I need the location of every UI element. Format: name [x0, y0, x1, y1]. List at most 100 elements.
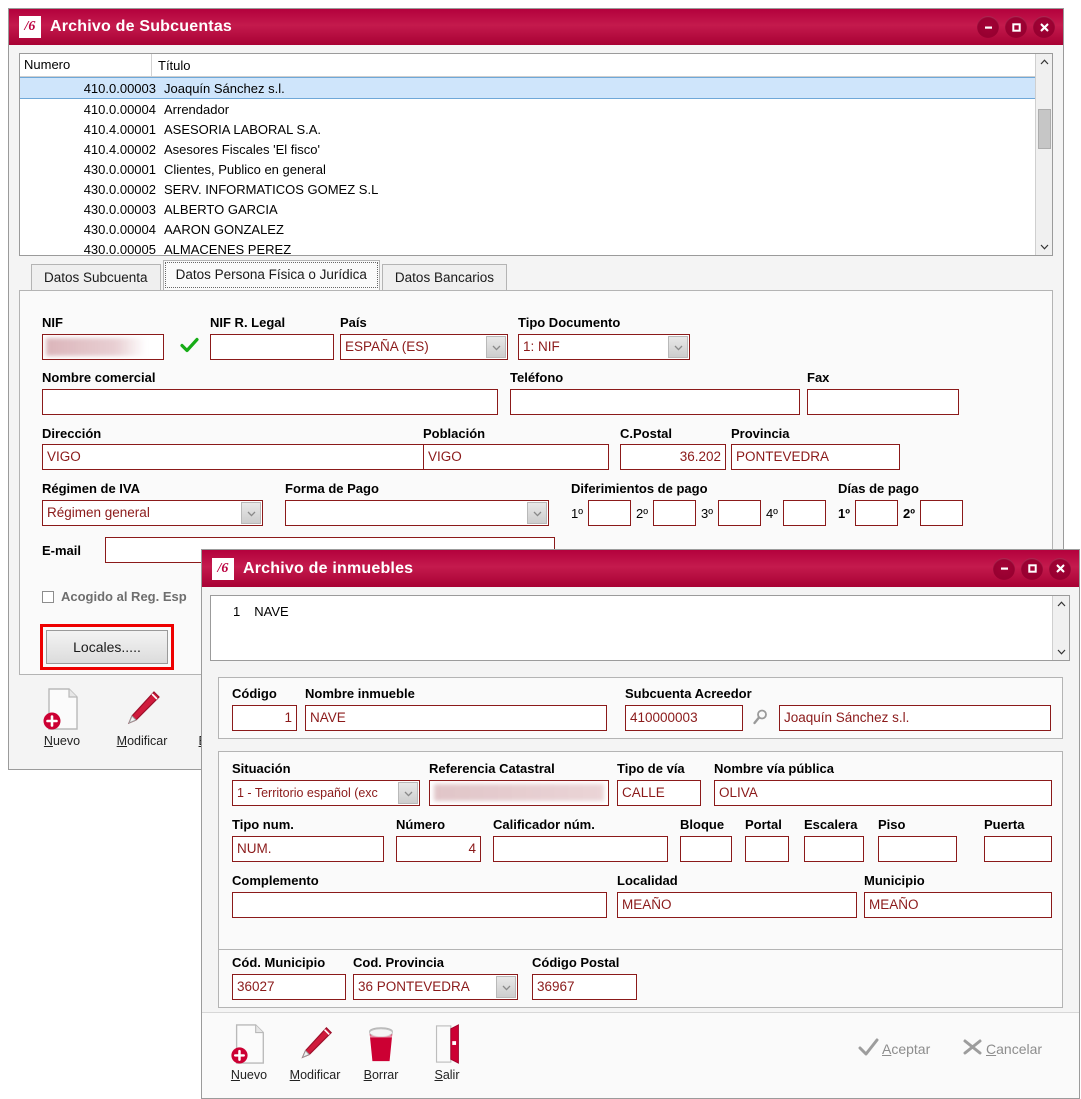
locales-button[interactable]: Locales..... — [46, 630, 168, 664]
new-document-icon — [216, 1019, 282, 1065]
cancelar-button[interactable]: Cancelar — [962, 1037, 1042, 1061]
table-row[interactable]: 410.0.00004 Arrendador — [20, 99, 1052, 119]
close-icon[interactable] — [1049, 557, 1071, 580]
subcuenta-acreedor-input[interactable]: 410000003 — [625, 705, 743, 731]
dialog-button-borrar[interactable]: Borrar — [348, 1019, 414, 1082]
scrollbar-thumb[interactable] — [1038, 109, 1051, 149]
dialog-button-salir[interactable]: Salir — [414, 1019, 480, 1082]
diferimiento-input-2[interactable] — [652, 500, 696, 526]
row-numero: 430.0.00005 — [83, 241, 156, 256]
magnifier-lookup-icon[interactable] — [752, 709, 768, 729]
codigo-postal-input[interactable]: 36967 — [532, 974, 637, 1000]
escalera-input[interactable] — [804, 836, 864, 862]
bloque-input[interactable] — [680, 836, 732, 862]
dia-pago-input-1[interactable] — [854, 500, 898, 526]
diferimiento-input-3[interactable] — [717, 500, 761, 526]
close-icon[interactable] — [1033, 16, 1055, 38]
codigo-label: Código — [232, 686, 277, 701]
inmuebles-vertical-scrollbar[interactable] — [1052, 596, 1069, 660]
fax-input[interactable] — [807, 389, 959, 415]
table-row[interactable]: 430.0.00005 ALMACENES PEREZ — [20, 239, 1052, 256]
municipio-input[interactable]: MEAÑO — [864, 892, 1052, 918]
table-row[interactable]: 430.0.00003 ALBERTO GARCIA — [20, 199, 1052, 219]
chevron-down-icon[interactable] — [241, 502, 261, 524]
chevron-down-icon[interactable] — [527, 502, 547, 524]
nombre-inmueble-input[interactable]: NAVE — [305, 705, 607, 731]
tipo-num-input[interactable]: NUM. — [232, 836, 384, 862]
diferimiento-input-1[interactable] — [587, 500, 631, 526]
toolbar-button-nuevo[interactable]: Nuevo — [29, 685, 95, 748]
cod-provincia-select[interactable]: 36 PONTEVEDRA — [353, 974, 518, 1000]
subcuentas-list[interactable]: Numero Título 410.0.00003 Joaquín Sánchez… — [19, 53, 1053, 256]
regimen-iva-select[interactable]: Régimen general — [42, 500, 263, 526]
piso-input[interactable] — [878, 836, 957, 862]
telefono-input[interactable] — [510, 389, 800, 415]
localidad-input[interactable]: MEAÑO — [617, 892, 857, 918]
nombre-comercial-input[interactable] — [42, 389, 498, 415]
bloque-label: Bloque — [680, 817, 725, 832]
table-row[interactable]: 410.0.00003 Joaquín Sánchez s.l. — [20, 77, 1052, 99]
tipo-via-input[interactable]: CALLE — [617, 780, 701, 806]
tipo-num-label: Tipo num. — [232, 817, 294, 832]
toolbar-button-modificar[interactable]: Modificar — [109, 685, 175, 748]
table-row[interactable]: 410.4.00002 Asesores Fiscales 'El fisco' — [20, 139, 1052, 159]
list-header: Numero Título — [20, 54, 1052, 77]
table-row[interactable]: 410.4.00001 ASESORIA LABORAL S.A. — [20, 119, 1052, 139]
diferimiento-input-4[interactable] — [782, 500, 826, 526]
tipo-documento-value: 1: NIF — [523, 339, 560, 354]
tab-datos-subcuenta[interactable]: Datos Subcuenta — [31, 264, 161, 290]
chevron-down-icon[interactable] — [398, 782, 418, 804]
scroll-down-arrow-icon[interactable] — [1036, 238, 1053, 255]
forma-pago-select[interactable] — [285, 500, 549, 526]
puerta-input[interactable] — [984, 836, 1052, 862]
dialog-button-modificar[interactable]: Modificar — [282, 1019, 348, 1082]
acogido-reg-esp-checkbox[interactable]: Acogido al Reg. Esp — [42, 589, 187, 604]
numero-input[interactable]: 4 — [396, 836, 481, 862]
dia-pago-input-2[interactable] — [919, 500, 963, 526]
nif-rlegal-input[interactable] — [210, 334, 334, 360]
subcuenta-nombre-display[interactable]: Joaquín Sánchez s.l. — [779, 705, 1051, 731]
diferimiento-ordinal-3: 3º — [700, 505, 713, 521]
tab-datos-bancarios[interactable]: Datos Bancarios — [381, 264, 507, 290]
provincia-input[interactable]: PONTEVEDRA — [731, 444, 900, 470]
codigo-input[interactable]: 1 — [232, 705, 297, 731]
checkbox-box-icon[interactable] — [42, 590, 54, 603]
tab-datos-persona[interactable]: Datos Persona Física o Jurídica — [162, 260, 380, 290]
chevron-down-icon[interactable] — [496, 976, 516, 998]
nombre-via-input[interactable]: OLIVA — [714, 780, 1052, 806]
app-logo-icon: /6 — [19, 16, 41, 38]
cod-municipio-input[interactable]: 36027 — [232, 974, 346, 1000]
cod-provincia-value: 36 PONTEVEDRA — [358, 979, 470, 994]
inmuebles-list-body: 1 NAVE — [211, 596, 1069, 621]
inmuebles-titlebar: /6 Archivo de inmuebles — [202, 550, 1079, 587]
maximize-icon[interactable] — [1021, 557, 1043, 580]
scroll-up-arrow-icon[interactable] — [1036, 54, 1053, 71]
poblacion-input[interactable]: VIGO — [423, 444, 609, 470]
chevron-down-icon[interactable] — [668, 336, 688, 358]
inmueble-codes-panel: Cód. Municipio 36027 Cod. Provincia 36 P… — [218, 950, 1063, 1008]
portal-input[interactable] — [745, 836, 789, 862]
table-row[interactable]: 430.0.00004 AARON GONZALEZ — [20, 219, 1052, 239]
minimize-icon[interactable] — [993, 557, 1015, 580]
scroll-down-arrow-icon[interactable] — [1053, 643, 1070, 660]
aceptar-button[interactable]: Aceptar — [858, 1037, 930, 1061]
inmuebles-list[interactable]: 1 NAVE — [210, 595, 1070, 661]
window-title: Archivo de Subcuentas — [50, 18, 233, 35]
list-vertical-scrollbar[interactable] — [1035, 54, 1052, 255]
chevron-down-icon[interactable] — [486, 336, 506, 358]
tipo-documento-select[interactable]: 1: NIF — [518, 334, 690, 360]
list-item[interactable]: 1 NAVE — [211, 601, 1069, 621]
complemento-input[interactable] — [232, 892, 607, 918]
cpostal-input[interactable]: 36.202 — [620, 444, 726, 470]
pais-select[interactable]: ESPAÑA (ES) — [340, 334, 508, 360]
minimize-icon[interactable] — [977, 16, 999, 38]
dialog-button-nuevo[interactable]: Nuevo — [216, 1019, 282, 1082]
table-row[interactable]: 430.0.00001 Clientes, Publico en general — [20, 159, 1052, 179]
nif-redacted-overlay — [46, 338, 146, 356]
scroll-up-arrow-icon[interactable] — [1053, 596, 1070, 613]
table-row[interactable]: 430.0.00002 SERV. INFORMATICOS GOMEZ S.L — [20, 179, 1052, 199]
calificador-input[interactable] — [493, 836, 668, 862]
situacion-select[interactable]: 1 - Territorio español (exc — [232, 780, 420, 806]
maximize-icon[interactable] — [1005, 16, 1027, 38]
direccion-input[interactable]: VIGO — [42, 444, 425, 470]
